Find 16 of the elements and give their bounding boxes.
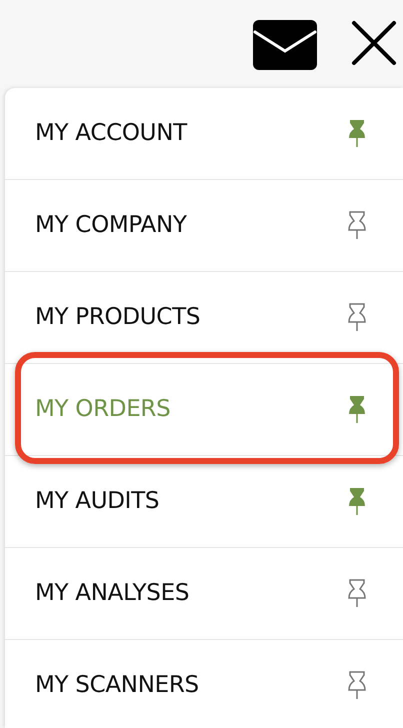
pin-icon[interactable] bbox=[347, 670, 367, 700]
menu-item[interactable]: MY COMPANY bbox=[5, 180, 403, 272]
close-icon[interactable] bbox=[351, 20, 397, 66]
pin-icon[interactable] bbox=[347, 394, 367, 424]
menu-item[interactable]: MY AUDITS bbox=[5, 456, 403, 548]
pin-icon[interactable] bbox=[347, 302, 367, 332]
menu-item[interactable]: MY ACCOUNT bbox=[5, 88, 403, 180]
pin-icon[interactable] bbox=[347, 578, 367, 608]
menu-item[interactable]: MY SCANNERS bbox=[5, 640, 403, 728]
menu-item[interactable]: MY ANALYSES bbox=[5, 548, 403, 640]
mail-icon[interactable] bbox=[253, 20, 317, 70]
menu-item[interactable]: MY PRODUCTS bbox=[5, 272, 403, 364]
pin-icon[interactable] bbox=[347, 486, 367, 516]
menu-item[interactable]: MY ORDERS bbox=[5, 364, 403, 456]
pin-icon[interactable] bbox=[347, 118, 367, 148]
pin-icon[interactable] bbox=[347, 210, 367, 240]
